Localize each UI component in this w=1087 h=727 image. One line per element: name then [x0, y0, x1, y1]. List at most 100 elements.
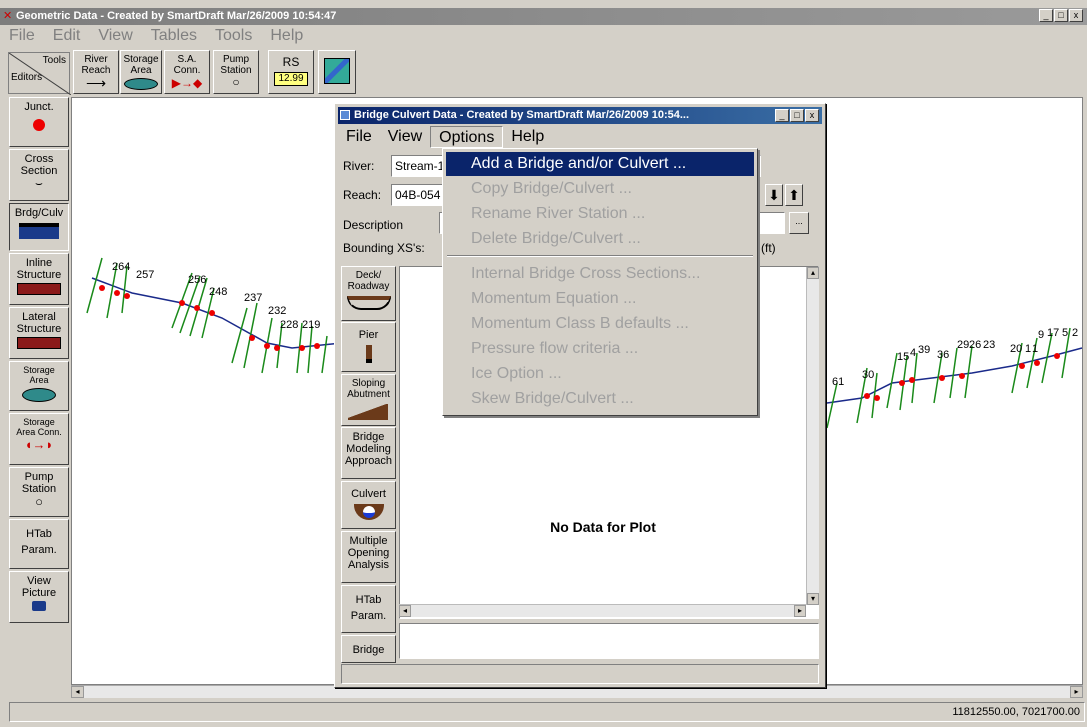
- sa-conn-tool-label-1: Storage: [23, 417, 55, 427]
- culvert-label: Culvert: [351, 488, 386, 500]
- minimize-icon[interactable]: _: [1039, 9, 1053, 22]
- status-bar: 11812550.00, 7021700.00: [9, 702, 1085, 722]
- cross-section-tool[interactable]: Cross Section ⌣: [9, 149, 69, 201]
- dialog-menu-help[interactable]: Help: [503, 126, 552, 148]
- view-picture-label-2: Picture: [21, 587, 57, 599]
- dialog-close-icon[interactable]: x: [805, 109, 819, 122]
- menu-ice-option[interactable]: Ice Option ...: [446, 362, 754, 386]
- rs-label-29: 29: [957, 339, 969, 351]
- menu-copy-bridge-culvert[interactable]: Copy Bridge/Culvert ...: [446, 177, 754, 201]
- culvert-button[interactable]: Culvert: [341, 481, 396, 529]
- menu-pressure-flow[interactable]: Pressure flow criteria ...: [446, 337, 754, 361]
- pump-station-tool[interactable]: Pump Station ○: [9, 467, 69, 517]
- lateral-structure-icon: [17, 337, 61, 349]
- arrow-up-icon[interactable]: ⬆: [785, 184, 803, 206]
- bridge-culvert-tool[interactable]: Brdg/Culv: [9, 203, 69, 251]
- plot-vertical-scrollbar[interactable]: ▴ ▾: [806, 267, 819, 605]
- main-window-title: Geometric Data - Created by SmartDraft M…: [16, 10, 337, 22]
- dialog-title: Bridge Culvert Data - Created by SmartDr…: [354, 109, 690, 121]
- dialog-minimize-icon[interactable]: _: [775, 109, 789, 122]
- junction-tool[interactable]: Junct.: [9, 97, 69, 147]
- dialog-maximize-icon[interactable]: □: [790, 109, 804, 122]
- rs-label-39: 39: [918, 344, 930, 356]
- pump-station-button[interactable]: Pump Station ○: [213, 50, 259, 94]
- bridge-modeling-approach-button[interactable]: Bridge Modeling Approach: [341, 427, 396, 479]
- plot-horizontal-scrollbar[interactable]: ◂ ▸: [399, 604, 806, 617]
- bridge-culvert-label: Brdg/Culv: [14, 207, 64, 219]
- menu-delete-bridge-culvert[interactable]: Delete Bridge/Culvert ...: [446, 227, 754, 251]
- menu-momentum-class-b[interactable]: Momentum Class B defaults ...: [446, 312, 754, 336]
- storage-area-tool-label-2: Area: [29, 375, 49, 385]
- sa-conn-label-2: Conn.: [173, 65, 201, 76]
- menu-help[interactable]: Help: [261, 26, 312, 46]
- menu-skew-bridge-culvert[interactable]: Skew Bridge/Culvert ...: [446, 387, 754, 411]
- menu-tables[interactable]: Tables: [142, 26, 206, 46]
- bridge-button[interactable]: Bridge: [341, 635, 396, 663]
- plot-scroll-right-icon[interactable]: ▸: [794, 605, 806, 617]
- reach-select[interactable]: 04B-054: [391, 184, 446, 206]
- river-select[interactable]: Stream-1: [391, 155, 446, 177]
- dialog-menu-options[interactable]: Options: [430, 126, 504, 148]
- moa-label-3: Analysis: [348, 559, 389, 571]
- bridge-btn-label: Bridge: [352, 644, 385, 656]
- menu-file[interactable]: File: [0, 26, 44, 46]
- rs-label-61: 61: [832, 376, 844, 388]
- dialog-menu-view[interactable]: View: [380, 126, 430, 148]
- menu-tools[interactable]: Tools: [206, 26, 261, 46]
- bounding-xs-label: Bounding XS's:: [343, 241, 425, 255]
- reach-label: Reach:: [343, 188, 382, 202]
- close-icon[interactable]: x: [1069, 9, 1083, 22]
- menu-view[interactable]: View: [89, 26, 141, 46]
- storage-area-tool[interactable]: Storage Area: [9, 361, 69, 411]
- plot-notes-field[interactable]: [399, 623, 819, 659]
- menu-momentum-equation[interactable]: Momentum Equation ...: [446, 287, 754, 311]
- arrow-down-icon[interactable]: ⬇: [765, 184, 783, 206]
- dialog-app-icon: [340, 110, 350, 120]
- description-field-end: [755, 212, 785, 234]
- deck-label-1: Deck/: [355, 270, 382, 281]
- rs-label-4: 4: [910, 347, 916, 359]
- rs-label-248: 248: [209, 286, 227, 298]
- scroll-left-icon[interactable]: ◂: [71, 686, 84, 698]
- storage-area-label-2: Area: [130, 65, 152, 76]
- scroll-down-icon[interactable]: ▾: [807, 593, 819, 605]
- river-reach-button[interactable]: River Reach ⟶: [73, 50, 119, 94]
- htab-btn-label-1: HTab: [355, 594, 382, 606]
- storage-area-conn-tool[interactable]: Storage Area Conn. ◖→◗: [9, 413, 69, 465]
- description-ellipsis-button[interactable]: ...: [789, 212, 809, 234]
- sa-conn-icon: ▶→◆: [171, 76, 203, 90]
- dialog-menu-file[interactable]: File: [338, 126, 380, 148]
- sa-conn-button[interactable]: S.A. Conn. ▶→◆: [164, 50, 210, 94]
- storage-area-label-1: Storage: [123, 54, 159, 65]
- pump-station-tool-label-1: Pump: [24, 471, 54, 483]
- inline-structure-tool[interactable]: Inline Structure: [9, 253, 69, 305]
- menu-internal-bridge-xs[interactable]: Internal Bridge Cross Sections...: [446, 262, 754, 286]
- htab-label-1: HTab: [26, 528, 52, 540]
- rs-button[interactable]: RS 12.99: [268, 50, 314, 94]
- main-title-bar: Geometric Data - Created by SmartDraft M…: [0, 8, 1087, 25]
- storage-area-button[interactable]: Storage Area: [120, 50, 162, 94]
- htab-btn-label-2: Param.: [350, 610, 387, 622]
- menu-edit[interactable]: Edit: [44, 26, 90, 46]
- menu-rename-river-station[interactable]: Rename River Station ...: [446, 202, 754, 226]
- maximize-icon[interactable]: □: [1054, 9, 1068, 22]
- multiple-opening-analysis-button[interactable]: Multiple Opening Analysis: [341, 531, 396, 583]
- scroll-up-icon[interactable]: ▴: [807, 267, 819, 279]
- pier-button[interactable]: Pier: [341, 322, 396, 372]
- lateral-structure-tool[interactable]: Lateral Structure: [9, 307, 69, 359]
- sloping-abutment-button[interactable]: Sloping Abutment: [341, 374, 396, 426]
- view-picture-label-1: View: [27, 575, 51, 587]
- scroll-right-icon[interactable]: ▸: [1070, 686, 1083, 698]
- menu-add-bridge-culvert[interactable]: Add a Bridge and/or Culvert ...: [446, 152, 754, 176]
- options-dropdown-menu: Add a Bridge and/or Culvert ... Copy Bri…: [442, 148, 758, 416]
- abutment-icon: [348, 404, 388, 420]
- junction-label: Junct.: [24, 101, 54, 113]
- inline-structure-icon: [17, 283, 61, 295]
- view-picture-tool[interactable]: View Picture: [9, 571, 69, 623]
- htab-param-button[interactable]: HTab Param.: [341, 585, 396, 633]
- map-button[interactable]: [318, 50, 356, 94]
- htab-param-tool[interactable]: HTab Param.: [9, 519, 69, 569]
- plot-scroll-left-icon[interactable]: ◂: [399, 605, 411, 617]
- deck-roadway-button[interactable]: Deck/ Roadway: [341, 266, 396, 321]
- sa-conn-tool-icon: ◖→◗: [24, 437, 54, 452]
